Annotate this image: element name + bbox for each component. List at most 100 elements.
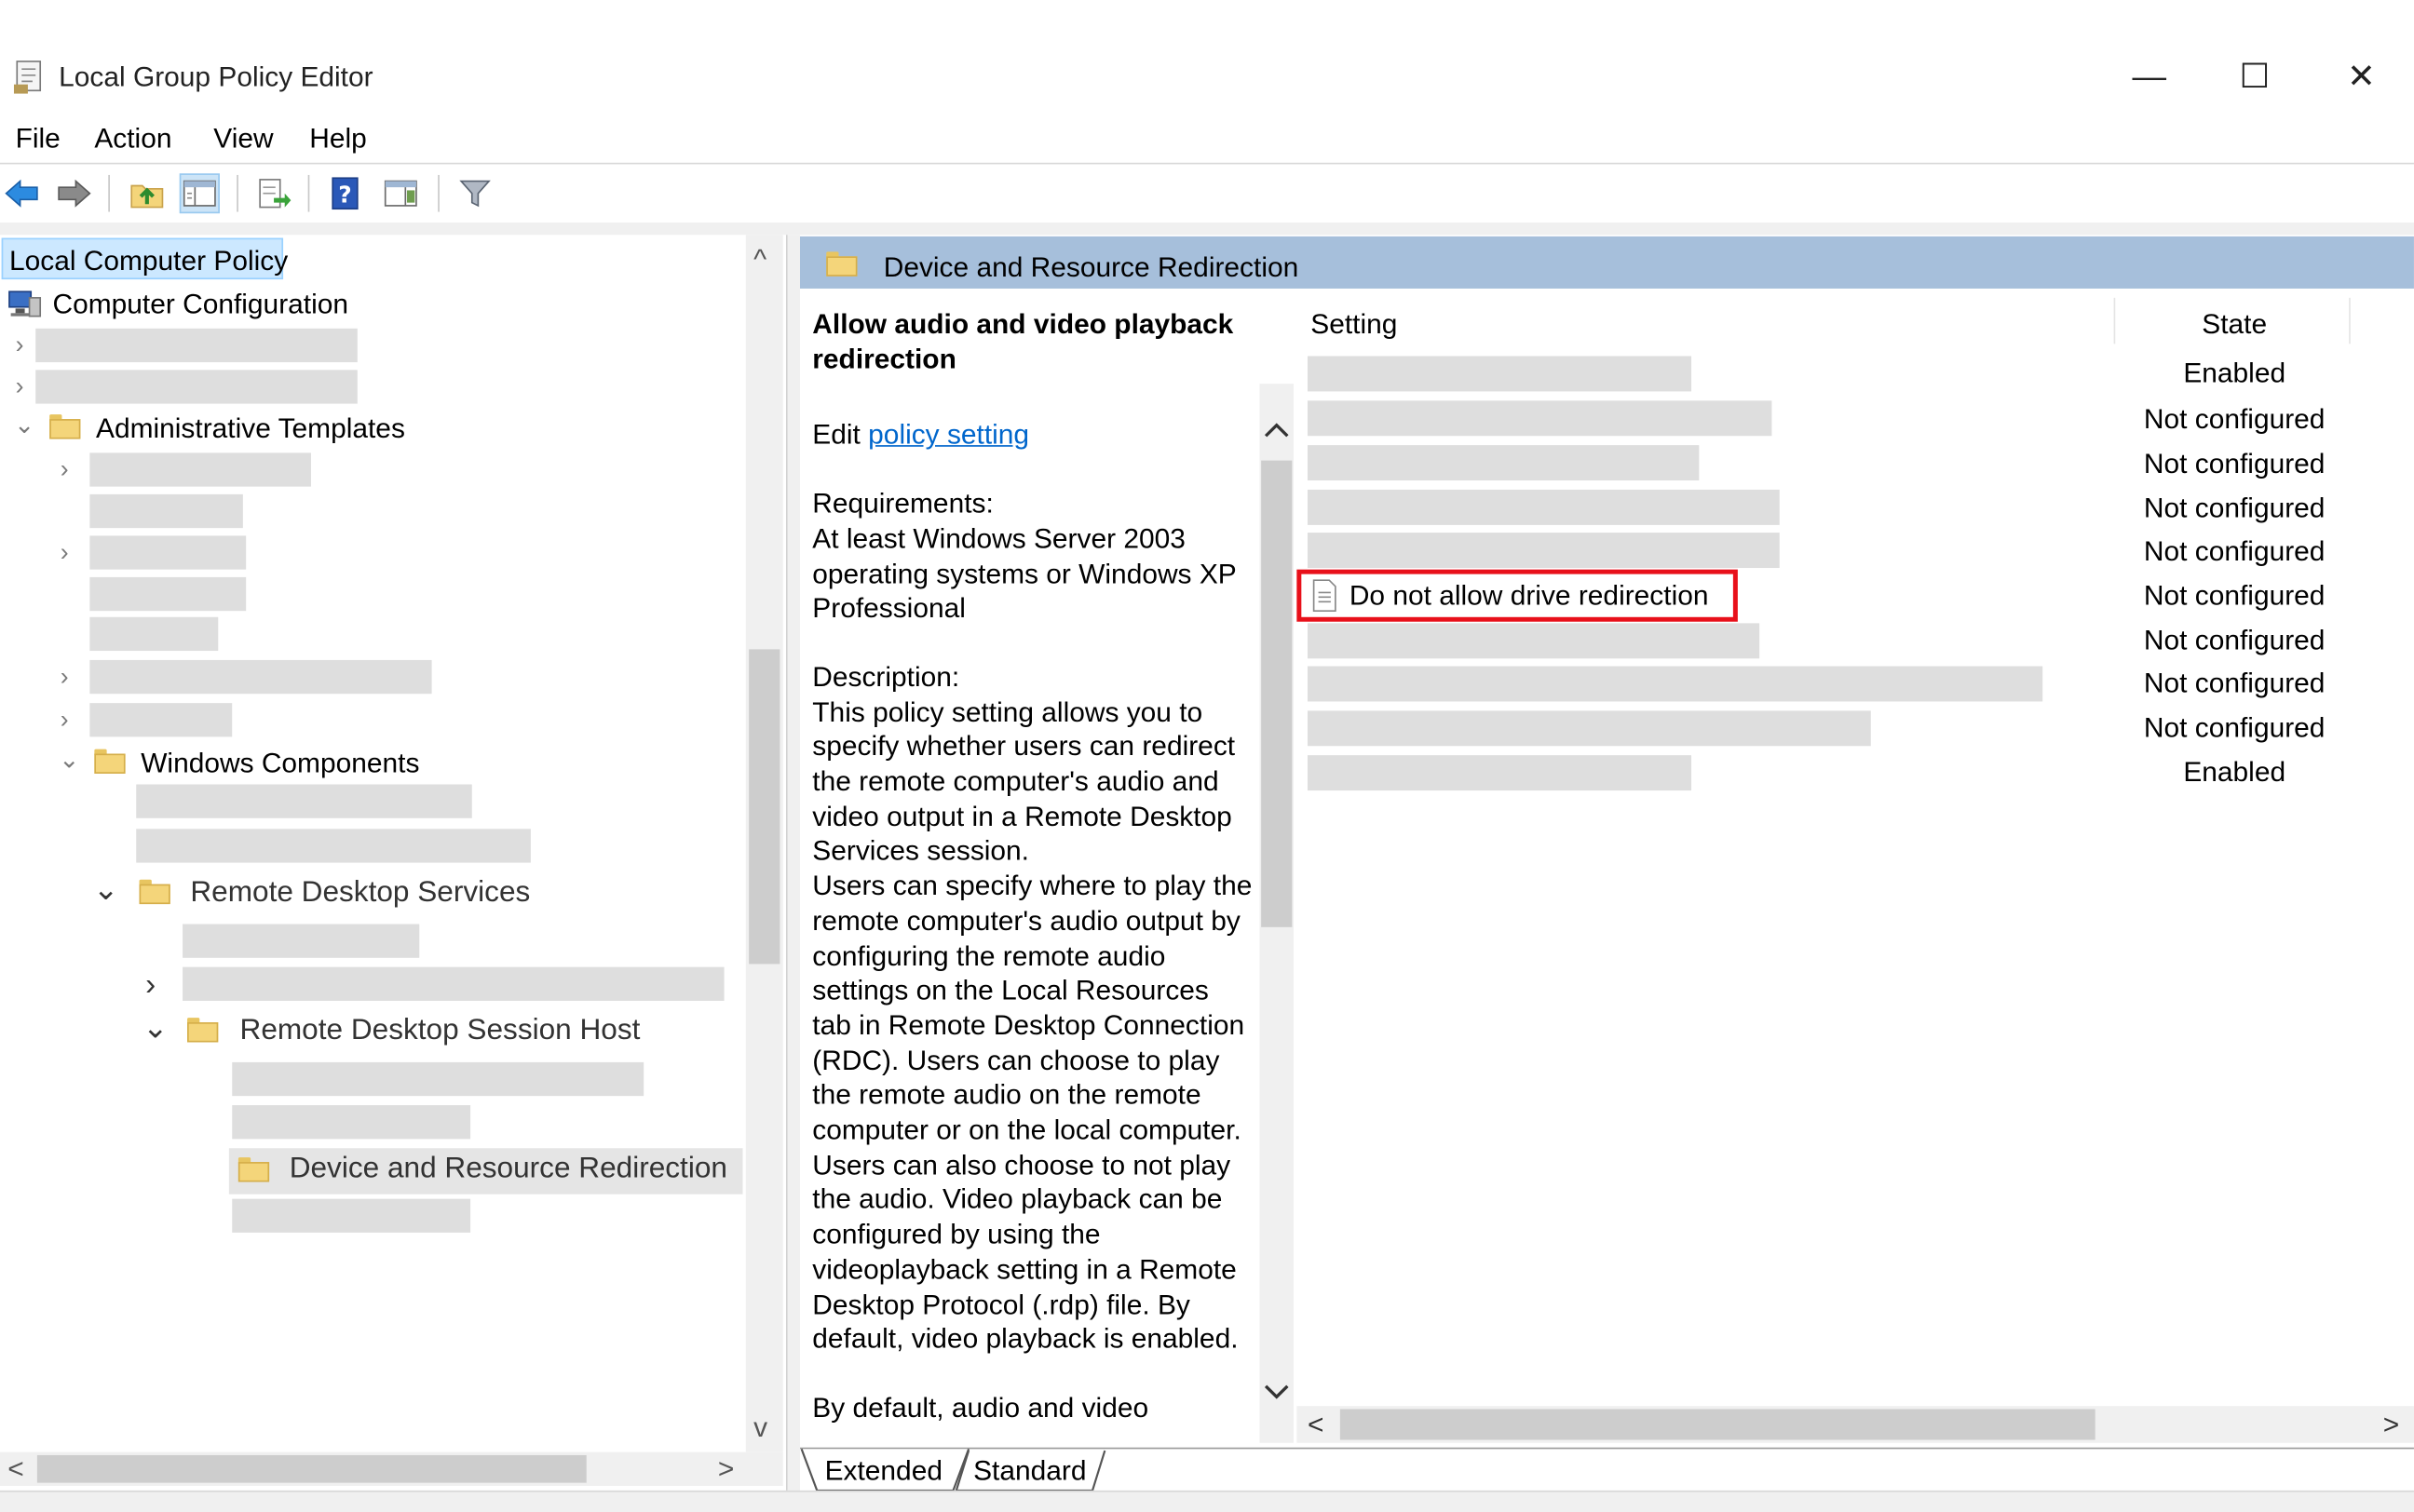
tree-item-redacted[interactable] (183, 966, 725, 1001)
toolbar-separator (237, 174, 238, 212)
edit-policy-setting-link[interactable]: policy setting (868, 420, 1029, 451)
description-scroll-up-icon[interactable] (1261, 419, 1292, 440)
tree-scroll-thumb[interactable] (749, 649, 780, 965)
tree-item-redacted[interactable] (89, 535, 247, 570)
setting-row-redacted[interactable] (1307, 623, 1760, 659)
chevron-down-icon[interactable]: ⌄ (14, 413, 34, 439)
tree-item-redacted[interactable] (89, 703, 233, 737)
description-scroll-down-icon[interactable] (1261, 1382, 1292, 1403)
chevron-right-icon[interactable]: › (16, 375, 24, 400)
computer-icon (7, 289, 44, 319)
menu-view[interactable]: View (213, 120, 273, 157)
chevron-right-icon[interactable]: › (145, 970, 156, 1001)
state-cell: Not configured (2143, 580, 2326, 612)
chevron-down-icon[interactable]: ⌄ (142, 1013, 169, 1044)
scroll-up-icon[interactable]: ^ (753, 242, 766, 276)
setting-row-redacted[interactable] (1307, 356, 1692, 392)
tree-item-redacted[interactable] (232, 1061, 644, 1097)
tree-item-redacted[interactable] (136, 784, 472, 818)
state-cell: Enabled (2183, 358, 2286, 389)
tab-standard[interactable]: Standard (973, 1451, 1086, 1491)
tree-item-redacted[interactable] (35, 328, 358, 363)
toolbar-separator (307, 174, 310, 212)
tree-item-redacted[interactable] (89, 452, 311, 487)
tree-item-redacted[interactable] (89, 576, 247, 612)
toolbar-separator (108, 174, 110, 212)
policy-document-icon (1310, 579, 1338, 613)
setting-row-redacted[interactable] (1307, 489, 1780, 525)
tree-item-redacted[interactable] (35, 370, 358, 404)
edit-prefix: Edit (812, 419, 861, 451)
column-header-setting[interactable]: Setting (1310, 307, 1397, 341)
setting-row-redacted[interactable] (1307, 533, 1780, 569)
settings-scroll-left-icon[interactable]: < (1308, 1408, 1323, 1441)
tree-item-device-and-resource-redirection[interactable]: Device and Resource Redirection (290, 1153, 727, 1186)
tree-item-redacted[interactable] (136, 829, 531, 863)
chevron-right-icon[interactable]: › (61, 541, 69, 566)
chevron-right-icon[interactable]: › (61, 666, 69, 691)
column-header-state[interactable]: State (2117, 307, 2353, 341)
help-icon[interactable]: ? (325, 173, 365, 213)
tree-item-remote-desktop-session-host[interactable]: Remote Desktop Session Host (240, 1015, 641, 1048)
scroll-right-icon[interactable]: > (718, 1452, 734, 1486)
show-hide-action-pane-icon[interactable] (381, 173, 421, 213)
folder-icon (826, 251, 858, 277)
menu-action[interactable]: Action (94, 120, 171, 157)
tree-item-redacted[interactable] (89, 616, 219, 652)
tree-item-redacted[interactable] (232, 1198, 471, 1233)
setting-do-not-allow-drive-redirection[interactable]: Do not allow drive redirection (1349, 579, 1709, 613)
canvas: Local Group Policy Editor — ☐ ✕ File Act… (0, 0, 2414, 1512)
tree-item-redacted[interactable] (183, 924, 420, 958)
edit-line: Edit policy setting (812, 418, 1254, 452)
tab-extended[interactable]: Extended (825, 1451, 943, 1491)
tree-item-redacted[interactable] (89, 659, 432, 695)
maximize-button[interactable]: ☐ (2219, 46, 2290, 107)
chevron-right-icon[interactable]: › (61, 709, 69, 734)
tree-item-redacted[interactable] (89, 493, 243, 529)
export-list-icon[interactable] (253, 173, 293, 213)
requirements-text: At least Windows Server 2003 operating s… (812, 522, 1237, 624)
close-button[interactable]: ✕ (2326, 46, 2396, 107)
description-label: Description: (812, 661, 960, 693)
window-title: Local Group Policy Editor (59, 61, 373, 92)
back-arrow-icon[interactable] (2, 173, 42, 213)
tree-item-computer-configuration[interactable]: Computer Configuration (52, 287, 348, 320)
chevron-right-icon[interactable]: › (16, 334, 24, 358)
tree-item-local-computer-policy[interactable]: Local Computer Policy (9, 244, 288, 277)
description-panel: Allow audio and video playback redirecti… (812, 307, 1254, 1425)
scroll-left-icon[interactable]: < (7, 1452, 23, 1486)
requirements-label: Requirements: (812, 488, 994, 520)
setting-row-redacted[interactable] (1307, 666, 2043, 702)
menu-file[interactable]: File (16, 120, 61, 157)
tree-item-windows-components[interactable]: Windows Components (141, 746, 419, 779)
tree-item-redacted[interactable] (232, 1105, 471, 1140)
settings-scroll-thumb[interactable] (1339, 1409, 2095, 1440)
chevron-down-icon[interactable]: ⌄ (93, 875, 119, 906)
pane-splitter[interactable] (787, 235, 800, 1491)
tree-horizontal-thumb[interactable] (36, 1454, 587, 1483)
up-folder-icon[interactable] (127, 173, 167, 213)
tree-item-remote-desktop-services[interactable]: Remote Desktop Services (190, 876, 530, 910)
setting-row-redacted[interactable] (1307, 445, 1700, 481)
state-cell: Not configured (2143, 535, 2326, 567)
svg-text:?: ? (338, 182, 351, 209)
filter-icon[interactable] (454, 173, 495, 213)
chevron-down-icon[interactable]: ⌄ (59, 749, 79, 774)
settings-scroll-right-icon[interactable]: > (2383, 1408, 2399, 1441)
forward-arrow-icon[interactable] (54, 173, 94, 213)
show-hide-tree-icon[interactable] (179, 173, 220, 214)
description-scroll-thumb[interactable] (1261, 460, 1293, 927)
tree-pane: Local Computer Policy Computer Configura… (0, 235, 788, 1491)
column-divider (2349, 297, 2351, 344)
tree-item-administrative-templates[interactable]: Administrative Templates (96, 412, 405, 445)
chevron-right-icon[interactable]: › (61, 458, 69, 483)
column-divider (2113, 297, 2116, 344)
setting-row-redacted[interactable] (1307, 755, 1692, 791)
menu-help[interactable]: Help (309, 120, 367, 157)
minimize-button[interactable]: — (2114, 46, 2185, 107)
setting-row-redacted[interactable] (1307, 710, 1871, 747)
right-pane-title: Device and Resource Redirection (883, 251, 1299, 283)
scroll-down-icon[interactable]: v (753, 1411, 767, 1444)
toolbar-bottom-band (0, 223, 2414, 236)
setting-row-redacted[interactable] (1307, 400, 1772, 437)
